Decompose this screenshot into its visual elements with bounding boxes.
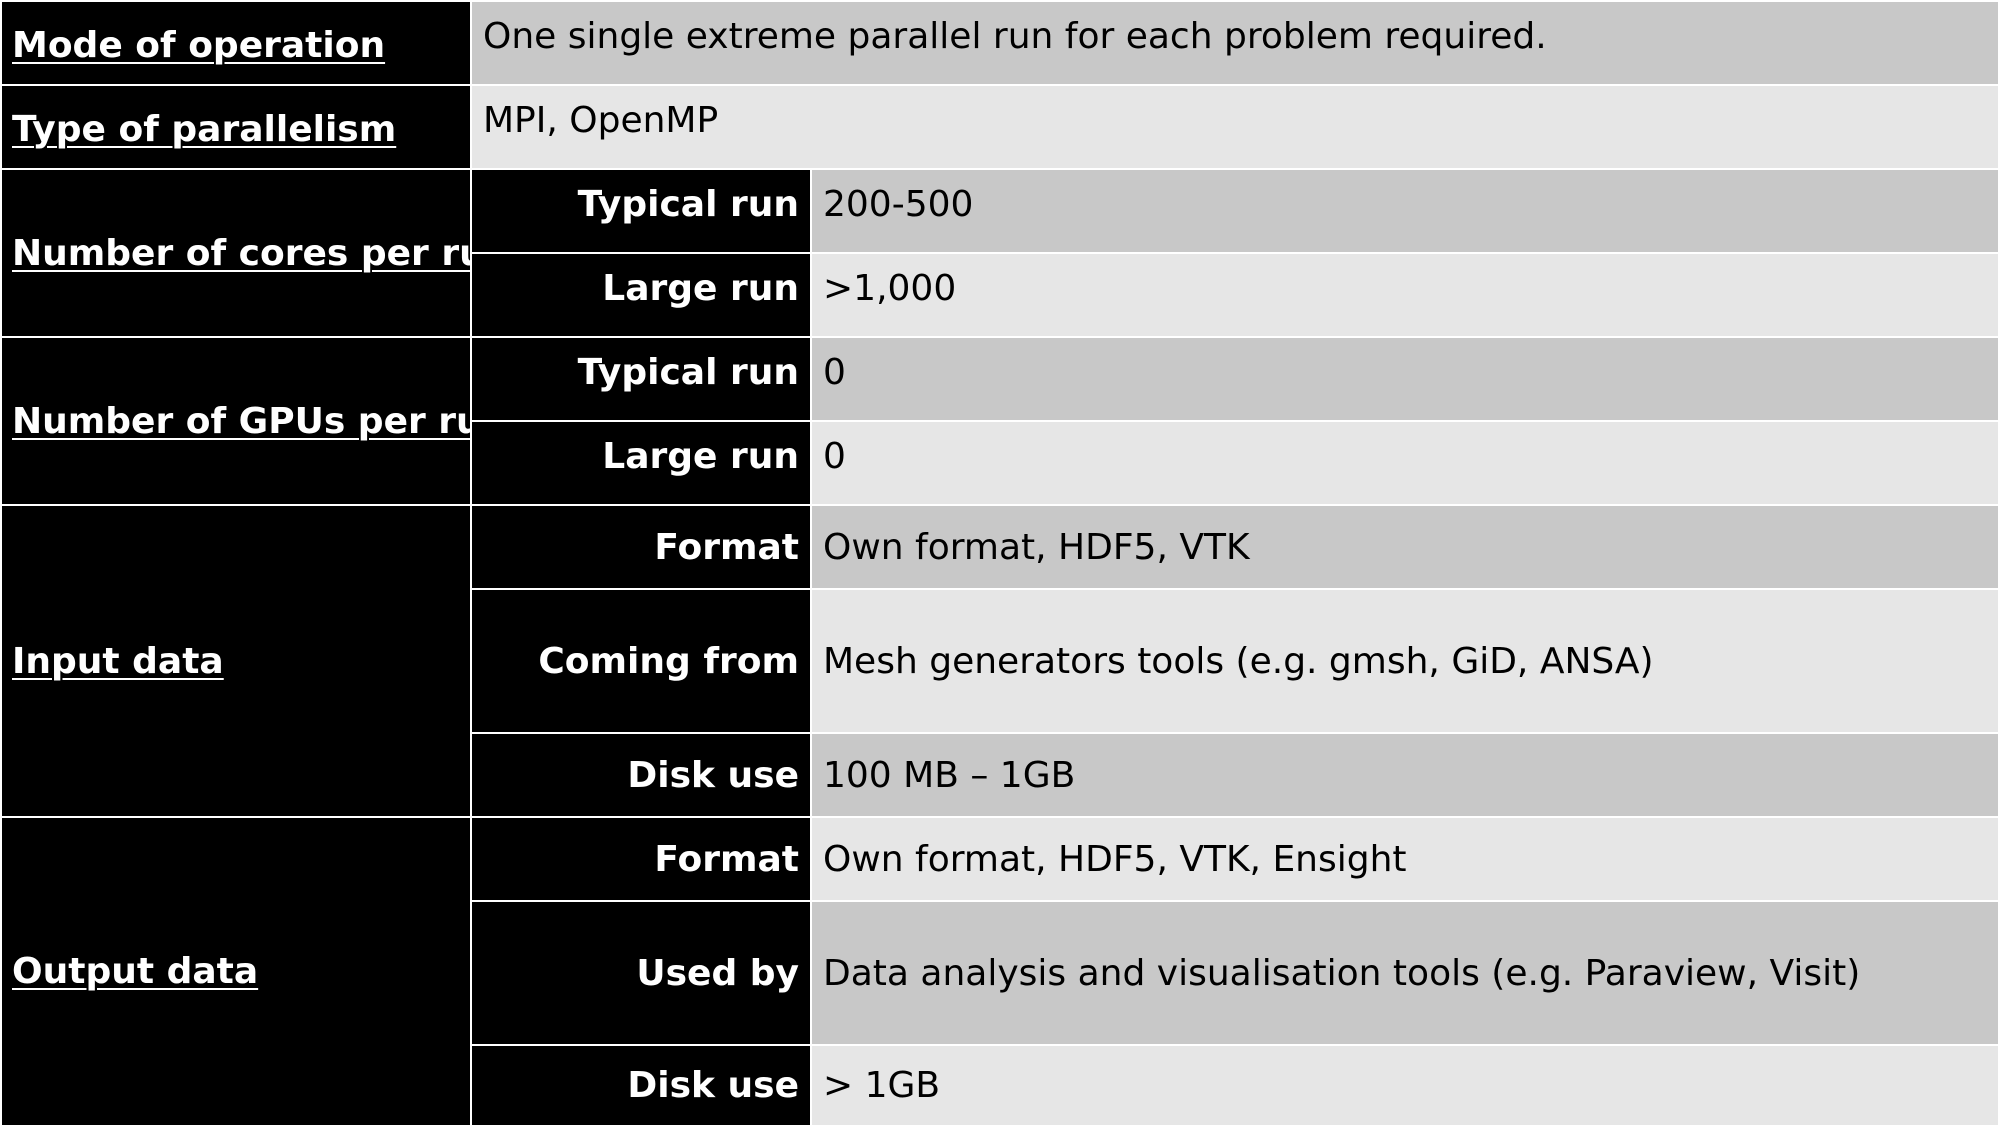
output-used-by-value: Data analysis and visualisation tools (e… [810,900,2000,1046]
table-row: Number of GPUs per run Typical run 0 [0,336,2000,506]
input-disk-use-label: Disk use [470,732,812,818]
gpus-per-run-label: Number of GPUs per run [0,336,472,506]
cores-large-run-value: >1,000 [810,252,2000,338]
mode-of-operation-value: One single extreme parallel run for each… [470,0,2000,86]
output-format-value: Own format, HDF5, VTK, Ensight [810,816,2000,902]
input-source-label: Coming from [470,588,812,734]
output-disk-use-label: Disk use [470,1044,812,1127]
output-data-label: Output data [0,816,472,1127]
cores-typical-run-label: Typical run [470,168,812,254]
cores-typical-run-value: 200-500 [810,168,2000,254]
cores-large-run-label: Large run [470,252,812,338]
table-row: Type of parallelism MPI, OpenMP [0,84,2000,170]
table-row: Output data Format Own format, HDF5, VTK… [0,816,2000,1127]
gpus-large-run-value: 0 [810,420,2000,506]
input-format-label: Format [470,504,812,590]
input-source-value: Mesh generators tools (e.g. gmsh, GiD, A… [810,588,2000,734]
gpus-typical-run-label: Typical run [470,336,812,422]
input-disk-use-value: 100 MB – 1GB [810,732,2000,818]
table-row: Input data Format Own format, HDF5, VTK [0,504,2000,818]
input-format-value: Own format, HDF5, VTK [810,504,2000,590]
gpus-typical-run-value: 0 [810,336,2000,422]
input-data-label: Input data [0,504,472,818]
gpus-large-run-label: Large run [470,420,812,506]
table-row: Number of cores per run Typical run 200-… [0,168,2000,338]
type-of-parallelism-value: MPI, OpenMP [470,84,2000,170]
output-used-by-label: Used by [470,900,812,1046]
cores-per-run-label: Number of cores per run [0,168,472,338]
table-row: Mode of operation One single extreme par… [0,0,2000,86]
specification-table: Mode of operation One single extreme par… [0,0,2000,1127]
type-of-parallelism-label: Type of parallelism [0,84,472,170]
output-disk-use-value: > 1GB [810,1044,2000,1127]
output-format-label: Format [470,816,812,902]
mode-of-operation-label: Mode of operation [0,0,472,86]
